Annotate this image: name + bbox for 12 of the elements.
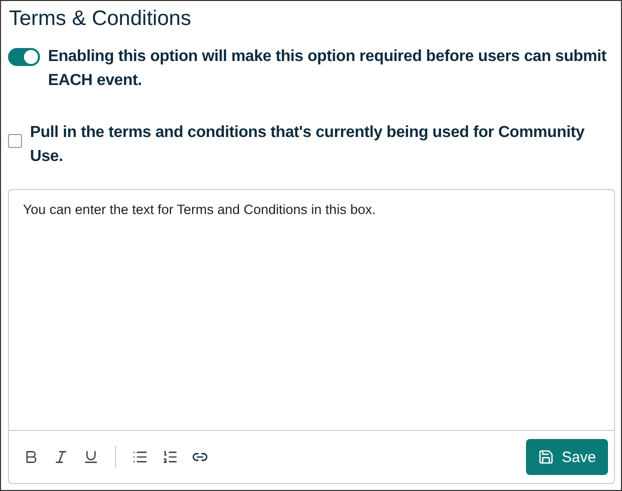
option-label: Pull in the terms and conditions that's currently being used for Community Use. [30, 123, 586, 167]
italic-icon [53, 449, 69, 465]
page-title: Terms & Conditions [9, 6, 192, 32]
numbered-list-icon [162, 449, 178, 465]
save-icon [538, 449, 554, 465]
bullet-list-icon [132, 449, 148, 465]
option-label: Enabling this option will make this option required before users can submit EACH event. [48, 47, 608, 91]
toggle-switch[interactable] [8, 48, 40, 66]
editor-text-area[interactable]: You can enter the text for Terms and Conditions in this box. [9, 190, 614, 431]
underline-icon [83, 449, 99, 465]
checkbox[interactable] [8, 134, 22, 148]
save-button[interactable]: Save [526, 439, 608, 475]
